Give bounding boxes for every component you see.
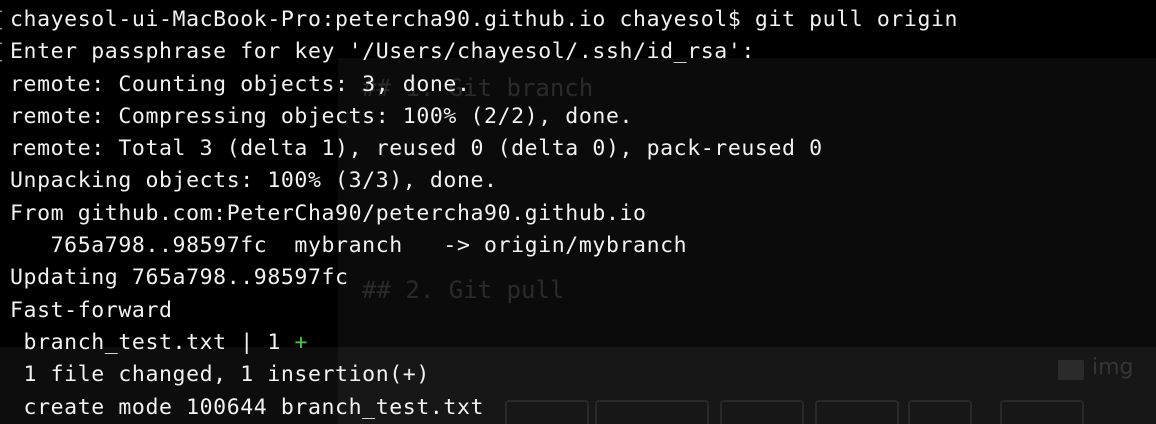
terminal-line: create mode 100644 branch_test.txt — [10, 394, 485, 420]
terminal-line-prompt: chayesol-ui-MacBook-Pro:petercha90.githu… — [10, 7, 959, 32]
terminal-output[interactable]: chayesol-ui-MacBook-Pro:petercha90.githu… — [10, 4, 958, 424]
terminal-line: Fast-forward — [10, 297, 173, 323]
terminal-line: 765a798..98597fc mybranch -> origin/mybr… — [10, 233, 688, 259]
terminal-line: remote: Total 3 (delta 1), reused 0 (del… — [10, 136, 823, 162]
terminal-line: Updating 765a798..98597fc — [10, 265, 349, 291]
mark-bracket: [ — [0, 4, 6, 36]
background-folder-label: img — [1092, 355, 1134, 380]
terminal-window[interactable]: ## 1. Git branch ## 2. Git pull img [ [ … — [0, 0, 1156, 424]
terminal-line: Unpacking objects: 100% (3/3), done. — [10, 168, 498, 194]
diffstat-plus: + — [294, 329, 308, 355]
terminal-line-diffstat: branch_test.txt | 1 + — [10, 327, 958, 359]
terminal-line: remote: Counting objects: 3, done. — [10, 71, 471, 97]
terminal-line: remote: Compressing objects: 100% (2/2),… — [10, 103, 634, 129]
diffstat-text: branch_test.txt | 1 — [10, 329, 295, 355]
terminal-line: 1 file changed, 1 insertion(+) — [10, 362, 430, 388]
tag-icon — [1000, 400, 1084, 424]
terminal-line: Enter passphrase for key '/Users/chayeso… — [10, 39, 755, 65]
mark-bracket: [ — [0, 36, 6, 68]
folder-icon — [1058, 360, 1084, 380]
terminal-line: From github.com:PeterCha90/petercha90.gi… — [10, 200, 647, 226]
